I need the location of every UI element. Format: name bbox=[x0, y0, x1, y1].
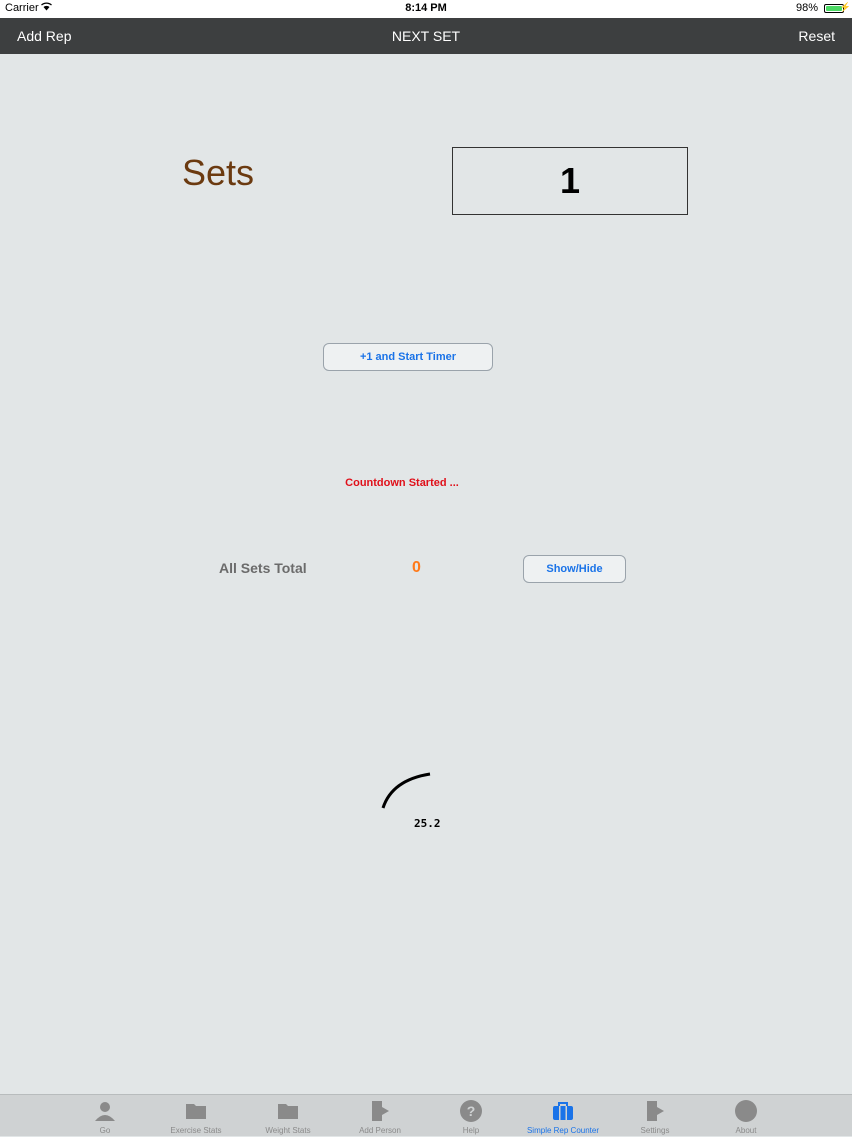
tab-simple-rep-counter[interactable]: Simple Rep Counter bbox=[517, 1095, 609, 1137]
sets-label: Sets bbox=[182, 152, 255, 193]
countdown-status-text: Countdown Started ... bbox=[345, 477, 459, 489]
folder-icon bbox=[186, 1104, 206, 1119]
tab-label: Settings bbox=[640, 1126, 670, 1135]
tab-help[interactable]: ? Help bbox=[425, 1095, 517, 1137]
nav-title: NEXT SET bbox=[391, 28, 461, 44]
tab-label: Weight Stats bbox=[265, 1126, 311, 1135]
all-sets-total-value: 0 bbox=[412, 559, 421, 576]
folder-icon bbox=[278, 1104, 298, 1119]
status-bar: Carrier 8:14 PM 98% ⚡ bbox=[0, 0, 852, 18]
tab-label: Add Person bbox=[359, 1126, 401, 1135]
countdown-progress-arc bbox=[381, 772, 431, 809]
tab-label: About bbox=[735, 1126, 757, 1135]
document-arrow-icon bbox=[647, 1101, 664, 1121]
tab-go[interactable]: Go bbox=[59, 1095, 151, 1137]
tab-about[interactable]: About bbox=[700, 1095, 792, 1137]
tab-label: Go bbox=[99, 1126, 111, 1135]
svg-text:?: ? bbox=[467, 1103, 476, 1119]
tab-exercise-stats[interactable]: Exercise Stats bbox=[150, 1095, 242, 1137]
navigation-bar: Add Rep NEXT SET Reset bbox=[0, 18, 852, 54]
circle-icon bbox=[735, 1100, 757, 1122]
start-timer-button[interactable]: +1 and Start Timer bbox=[323, 343, 493, 371]
tab-label: Simple Rep Counter bbox=[526, 1126, 600, 1135]
tab-settings[interactable]: Settings bbox=[609, 1095, 701, 1137]
briefcase-icon bbox=[553, 1102, 573, 1120]
status-time: 8:14 PM bbox=[405, 2, 447, 14]
tab-label: Exercise Stats bbox=[170, 1126, 222, 1135]
tab-label: Help bbox=[462, 1126, 480, 1135]
sets-count-display: 1 bbox=[452, 147, 688, 215]
tab-bar: Go Exercise Stats Weight Stats Add Perso… bbox=[0, 1094, 852, 1136]
countdown-timer-value: 25.2 bbox=[414, 817, 441, 830]
reset-button[interactable]: Reset bbox=[798, 28, 835, 44]
tab-add-person[interactable]: Add Person bbox=[334, 1095, 426, 1137]
tab-weight-stats[interactable]: Weight Stats bbox=[242, 1095, 334, 1137]
all-sets-total-label: All Sets Total bbox=[219, 560, 307, 576]
person-icon bbox=[95, 1102, 115, 1121]
battery-percentage: 98% bbox=[795, 2, 818, 14]
show-hide-button[interactable]: Show/Hide bbox=[523, 555, 626, 583]
document-arrow-icon bbox=[372, 1101, 389, 1121]
question-icon: ? bbox=[460, 1100, 482, 1122]
charging-icon: ⚡ bbox=[839, 2, 851, 12]
